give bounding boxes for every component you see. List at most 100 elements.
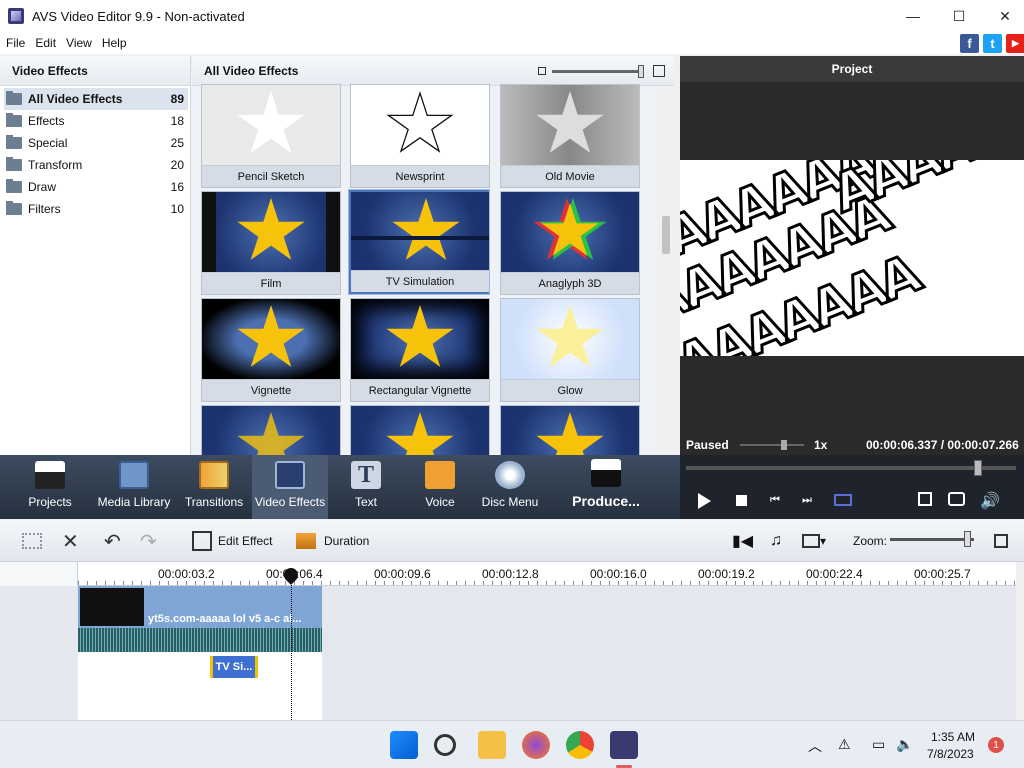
preview-panel: Project AAAAAA AAAAAAA AAAAAAA AAAA Paus… (680, 56, 1024, 455)
effect-newsprint[interactable]: Newsprint (350, 84, 490, 188)
file-explorer-icon[interactable] (478, 731, 506, 759)
zoom-label: Zoom: (853, 534, 888, 548)
stop-icon[interactable] (736, 495, 747, 506)
produce-button[interactable]: Produce... (568, 455, 644, 519)
category-special[interactable]: Special 25 (4, 132, 188, 154)
category-transform[interactable]: Transform 20 (4, 154, 188, 176)
small-thumb-icon[interactable] (538, 67, 546, 75)
clock-time[interactable]: 1:35 AM (931, 730, 975, 744)
search-icon[interactable] (434, 734, 456, 756)
chevron-up-icon[interactable]: ︿ (808, 736, 822, 756)
time-readout: 00:00:06.337 / 00:00:07.266 (866, 438, 1019, 452)
zoom-slider[interactable] (890, 538, 974, 541)
firefox-icon[interactable] (522, 731, 550, 759)
text-icon: T (351, 461, 381, 489)
zoom-slider-handle[interactable] (964, 531, 971, 547)
clock-date[interactable]: 7/8/2023 (927, 747, 974, 761)
effect-anaglyph-3d[interactable]: Anaglyph 3D (500, 191, 640, 295)
projects-button[interactable]: Projects (22, 455, 78, 519)
effect-rectangular-vignette[interactable]: Rectangular Vignette (350, 298, 490, 402)
expand-icon[interactable] (918, 492, 932, 506)
menu-help[interactable]: Help (98, 36, 131, 50)
play-icon[interactable] (698, 493, 711, 509)
seek-bar[interactable] (686, 466, 1016, 470)
undo-icon[interactable]: ↶ (104, 520, 121, 562)
split-icon[interactable]: ▮◀ (732, 520, 753, 562)
volume-icon[interactable]: 🔊 (980, 491, 1000, 511)
star-icon (386, 412, 454, 455)
network-icon[interactable]: ⚠ (838, 736, 851, 753)
video-clip[interactable]: yt5s.com-aaaaa lol v5 a-c al... (78, 586, 322, 652)
video-effects-button[interactable]: Video Effects (252, 455, 328, 519)
effects-gallery: All Video Effects Pencil Sketch Newsprin… (192, 56, 674, 455)
seek-handle[interactable] (974, 460, 982, 476)
display-icon[interactable]: ▭ (872, 736, 885, 753)
large-thumb-icon[interactable] (653, 65, 665, 77)
thumb-size-slider[interactable] (552, 70, 644, 73)
avs-editor-taskbar-icon[interactable] (610, 731, 638, 759)
folder-icon (6, 201, 22, 215)
menu-file[interactable]: File (2, 36, 29, 50)
category-effects[interactable]: Effects 18 (4, 110, 188, 132)
edit-effect-icon (192, 531, 212, 551)
next-frame-icon[interactable]: ⏭ (802, 495, 813, 506)
timeline-scrollbar[interactable] (1016, 562, 1024, 720)
category-filters[interactable]: Filters 10 (4, 198, 188, 220)
text-button[interactable]: T Text (340, 455, 392, 519)
ruler-tick-label: 00:00:25.7 (914, 567, 971, 581)
menu-view[interactable]: View (62, 36, 96, 50)
category-draw[interactable]: Draw 16 (4, 176, 188, 198)
gallery-scrollbar[interactable] (658, 86, 674, 455)
slider-handle[interactable] (638, 65, 644, 78)
effect-film[interactable]: Film (201, 191, 341, 295)
scroll-thumb[interactable] (662, 216, 670, 254)
duration-button[interactable]: Duration (296, 520, 369, 562)
snapshot-icon[interactable] (948, 492, 965, 506)
menu-edit[interactable]: Edit (31, 36, 60, 50)
audio-mixer-icon[interactable]: ♫ (770, 520, 782, 562)
playhead-line[interactable] (291, 570, 292, 720)
star-icon (386, 305, 454, 367)
effect-glow[interactable]: Glow (500, 298, 640, 402)
fullscreen-mode-icon[interactable] (834, 494, 852, 506)
video-preview-frame[interactable]: AAAAAA AAAAAAA AAAAAAA AAAA (680, 160, 1024, 356)
notification-badge[interactable]: 1 (988, 737, 1004, 753)
effect-clip[interactable]: TV Si... (210, 656, 258, 678)
effect-vignette[interactable]: Vignette (201, 298, 341, 402)
twitter-icon[interactable]: t (983, 34, 1002, 53)
maximize-button[interactable]: ☐ (936, 0, 982, 32)
youtube-icon[interactable]: ▶ (1006, 34, 1024, 53)
speed-slider[interactable] (740, 444, 804, 446)
timeline-ruler[interactable]: 00:00:03.2 00:00:06.4 00:00:09.6 00:00:1… (78, 562, 1016, 586)
redo-icon[interactable]: ↷ (140, 520, 157, 562)
disc-menu-button[interactable]: Disc Menu (480, 455, 540, 519)
effect-thumb-partial[interactable] (201, 405, 341, 455)
effect-thumb-partial[interactable] (350, 405, 490, 455)
transitions-button[interactable]: Transitions (182, 455, 246, 519)
effect-pencil-sketch[interactable]: Pencil Sketch (201, 84, 341, 188)
facebook-icon[interactable]: f (960, 34, 979, 53)
minimize-button[interactable]: — (890, 0, 936, 32)
folder-icon (6, 135, 22, 149)
edit-effect-button[interactable]: Edit Effect (192, 520, 272, 562)
display-mode-icon[interactable]: ▾ (802, 520, 826, 562)
speaker-icon[interactable]: 🔈 (896, 736, 913, 753)
fit-to-window-icon[interactable] (994, 520, 1008, 562)
folder-icon (6, 91, 22, 105)
chrome-icon[interactable] (566, 731, 594, 759)
close-button[interactable]: ✕ (982, 0, 1024, 32)
category-all-video-effects[interactable]: All Video Effects 89 (4, 88, 188, 110)
effect-tv-simulation[interactable]: TV Simulation (349, 190, 489, 294)
delete-icon[interactable]: ✕ (62, 520, 79, 562)
ruler-tick-label: 00:00:12.8 (482, 567, 539, 581)
storyboard-icon[interactable] (22, 520, 48, 562)
media-library-button[interactable]: Media Library (96, 455, 172, 519)
previous-frame-icon[interactable]: ⏮ (770, 495, 781, 506)
speed-slider-handle[interactable] (781, 440, 787, 450)
effect-thumb-partial[interactable] (500, 405, 640, 455)
voice-button[interactable]: Voice (414, 455, 466, 519)
speed-value: 1x (814, 438, 828, 452)
folder-icon (6, 179, 22, 193)
effect-old-movie[interactable]: Old Movie (500, 84, 640, 188)
windows-start-icon[interactable] (390, 731, 418, 759)
